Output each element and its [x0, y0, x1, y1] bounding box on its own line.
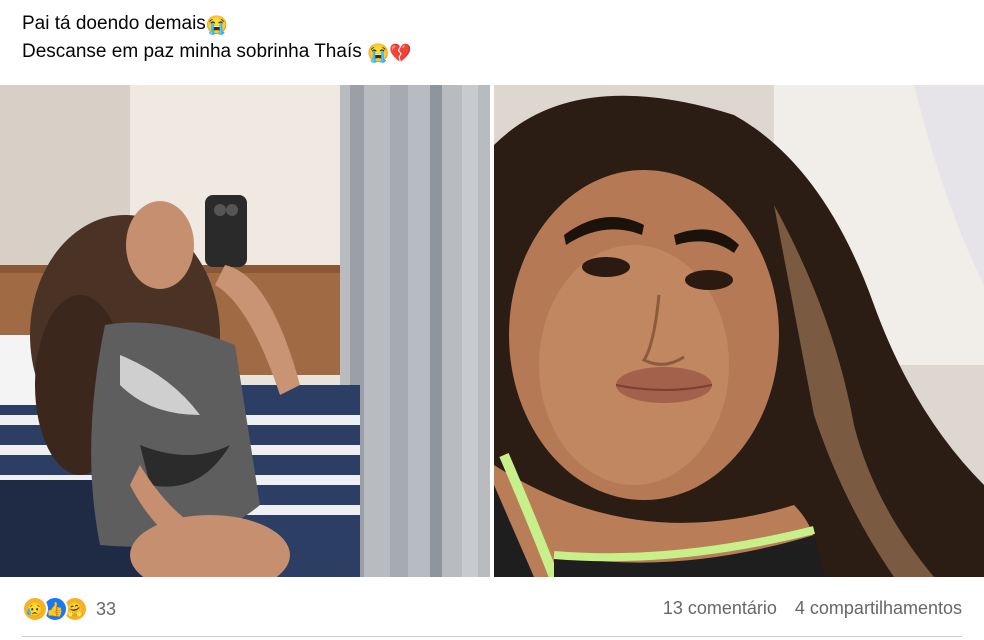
- sad-emoji: 😥: [22, 596, 48, 622]
- post-footer: 😥 👍 🤗 33 13 comentário 4 compartilhament…: [0, 588, 984, 632]
- close-up-selfie-photo: [494, 85, 984, 577]
- post-line-2-text: Descanse em paz minha sobrinha Thaís: [22, 41, 367, 62]
- post-line-1: Pai tá doendo demais😭: [22, 10, 412, 38]
- crying-emoji: 😭: [367, 43, 390, 63]
- facebook-post: Pai tá doendo demais😭 Descanse em paz mi…: [0, 0, 984, 640]
- reactions-summary[interactable]: 😥 👍 🤗 33: [22, 596, 116, 622]
- crying-emoji: 😭: [205, 15, 229, 35]
- photo-grid: [0, 85, 984, 577]
- post-message: Pai tá doendo demais😭 Descanse em paz mi…: [22, 10, 412, 66]
- comments-count-link[interactable]: 13 comentário: [663, 598, 777, 619]
- post-line-1-text: Pai tá doendo demais: [22, 13, 206, 34]
- footer-divider: [22, 636, 962, 637]
- engagement-stats: 13 comentário 4 compartilhamentos: [663, 598, 962, 619]
- photo-mirror-selfie[interactable]: [0, 85, 490, 577]
- post-line-2: Descanse em paz minha sobrinha Thaís 😭💔: [22, 38, 412, 66]
- mirror-selfie-photo: [0, 85, 490, 577]
- shares-count-link[interactable]: 4 compartilhamentos: [795, 598, 962, 619]
- broken-heart-emoji: 💔: [389, 43, 412, 63]
- photo-close-up-selfie[interactable]: [494, 85, 984, 577]
- reactions-count: 33: [96, 598, 117, 619]
